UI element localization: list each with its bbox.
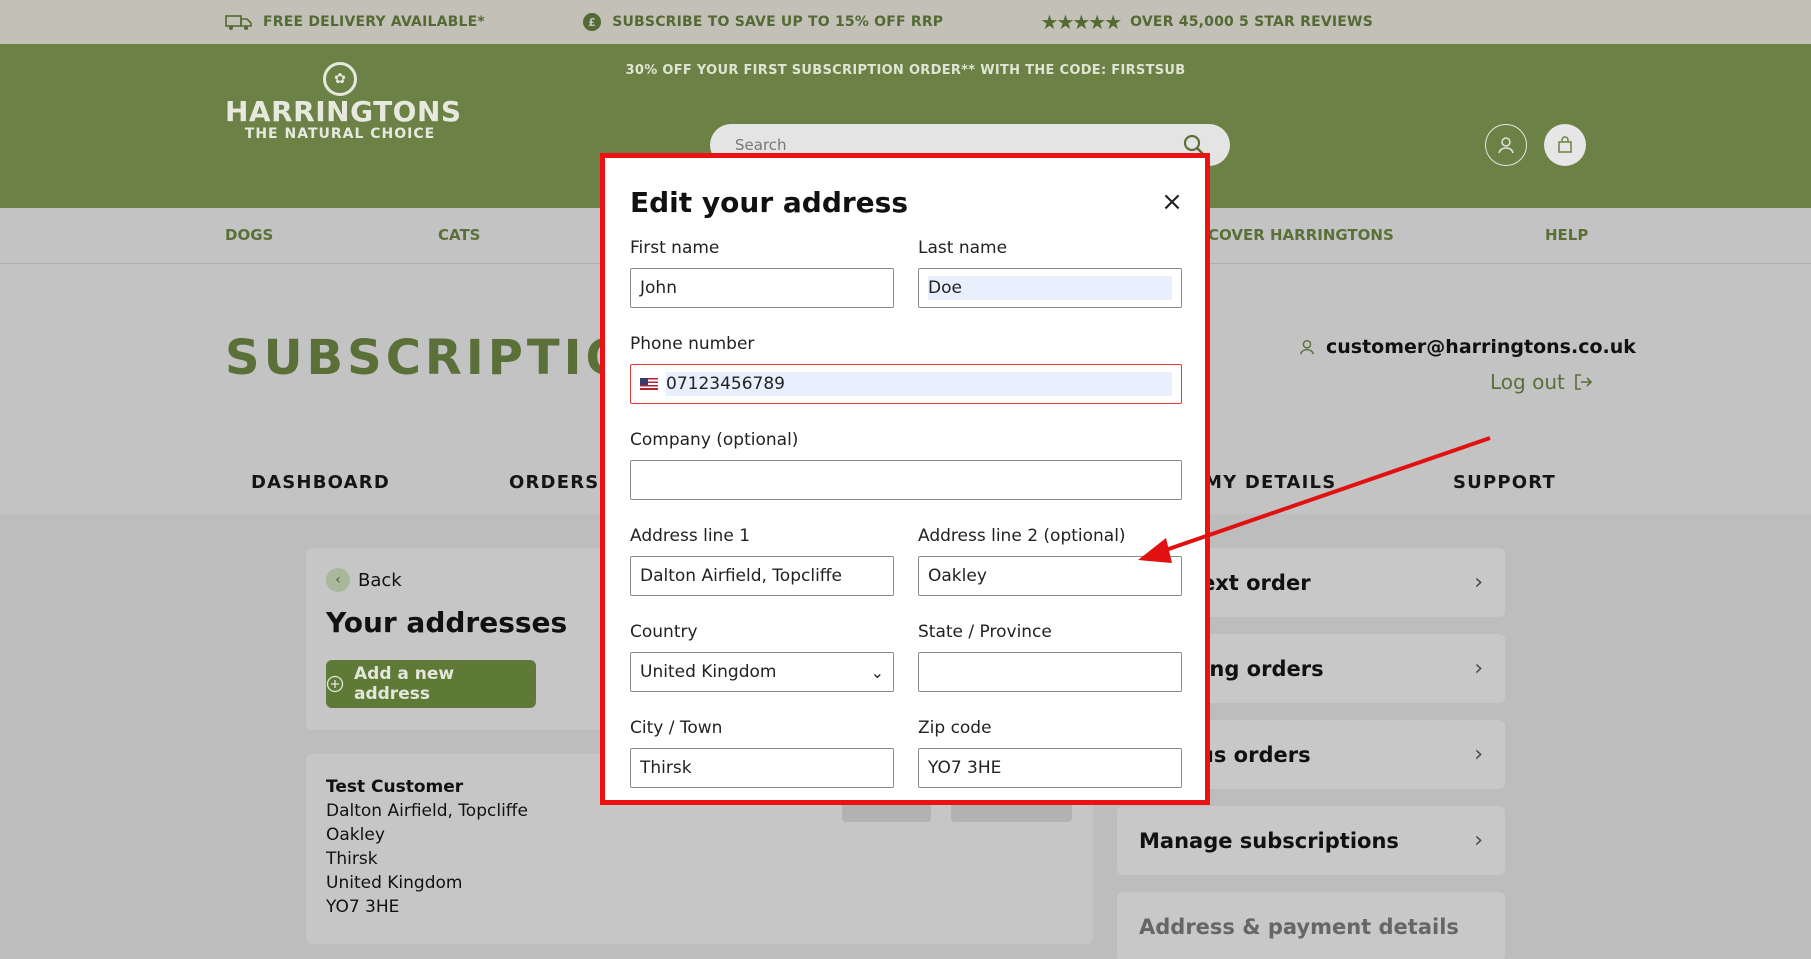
annotation-arrow [1138, 436, 1491, 563]
